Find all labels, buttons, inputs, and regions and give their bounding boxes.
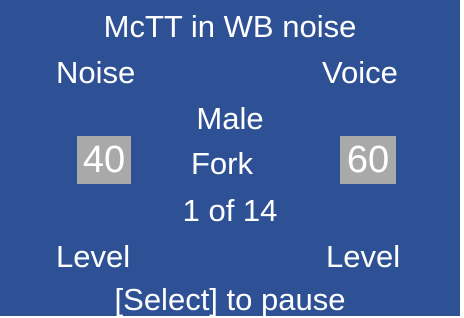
talker-label: Male — [196, 101, 264, 136]
noise-level-label: Level — [56, 239, 131, 274]
test-screen: McTT in WB noise Noise Voice Male 40 For… — [0, 0, 460, 317]
trial-progress: 1 of 14 — [182, 193, 278, 228]
noise-label: Noise — [56, 55, 136, 90]
noise-level-value: 40 — [77, 136, 131, 184]
screen-title: McTT in WB noise — [103, 9, 357, 44]
current-word: Fork — [191, 146, 253, 181]
voice-level-label: Level — [326, 239, 401, 274]
voice-level-value: 60 — [340, 136, 396, 184]
voice-label: Voice — [322, 55, 398, 90]
pause-hint: [Select] to pause — [114, 282, 346, 317]
